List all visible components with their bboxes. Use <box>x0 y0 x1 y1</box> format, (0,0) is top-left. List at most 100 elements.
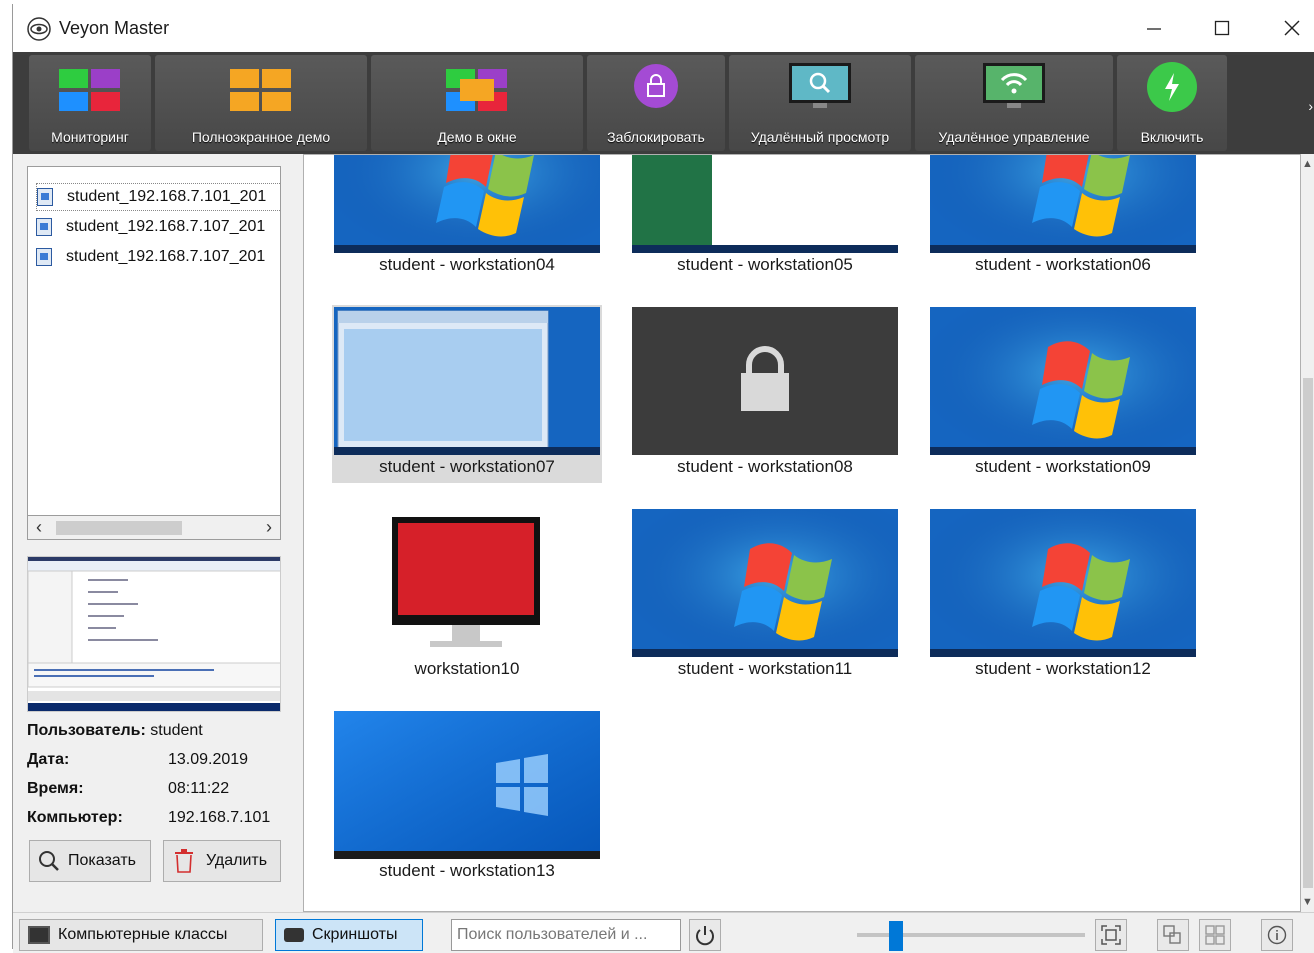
computer-tile[interactable]: student - workstation12 <box>928 507 1198 685</box>
lock-button[interactable]: Заблокировать <box>587 55 725 151</box>
screenshots-label: Скриншоты <box>312 926 398 943</box>
screenshot-preview <box>27 556 281 712</box>
close-button[interactable] <box>1257 4 1314 52</box>
locked-screen-thumbnail <box>632 307 898 455</box>
computer-tile[interactable]: workstation10 <box>332 507 602 685</box>
computer-tile[interactable]: student - workstation06 <box>928 155 1198 281</box>
screen-thumbnail <box>334 307 600 455</box>
screenshots-button[interactable]: Скриншоты <box>275 919 423 951</box>
veyon-master-window: Veyon Master Мониторинг Полноэкранное де… <box>12 4 1314 953</box>
user-search-input[interactable]: Поиск пользователей и ... <box>451 919 681 951</box>
zoom-slider-handle[interactable] <box>889 921 904 951</box>
user-label: Пользователь: <box>27 722 146 739</box>
computer-rooms-label: Компьютерные классы <box>58 926 228 943</box>
computer-tile[interactable]: student - workstation08 <box>630 305 900 483</box>
auto-fit-button[interactable] <box>1095 919 1127 951</box>
computer-name-label: student - workstation09 <box>975 457 1151 476</box>
computer-info: Компьютер: 192.168.7.101 <box>27 809 270 827</box>
screenshot-preview-image <box>28 557 280 711</box>
user-info: Пользователь: student <box>27 722 203 740</box>
computer-label: Компьютер: <box>27 809 123 826</box>
window-demo-icon <box>446 69 507 111</box>
maximize-button[interactable] <box>1187 4 1257 52</box>
computer-tile[interactable]: student - workstation07 <box>332 305 602 483</box>
scroll-down-icon[interactable]: ▼ <box>1302 896 1313 908</box>
minimize-button[interactable] <box>1119 4 1189 52</box>
file-name: student_192.168.7.101_201 <box>67 188 267 205</box>
power-on-button[interactable]: Включить <box>1117 55 1227 151</box>
monitoring-label: Мониторинг <box>51 129 129 145</box>
arrange-icon <box>1163 925 1181 944</box>
about-button[interactable] <box>1261 919 1293 951</box>
image-file-icon <box>36 248 52 266</box>
computer-name-label: student - workstation06 <box>975 255 1151 274</box>
window-demo-label: Демо в окне <box>437 129 517 145</box>
computer-name-label: student - workstation08 <box>677 457 853 476</box>
window-demo-button[interactable]: Демо в окне <box>371 55 583 151</box>
image-file-icon <box>36 218 52 236</box>
remote-control-label: Удалённое управление <box>938 129 1090 145</box>
computer-tile[interactable]: student - workstation11 <box>630 507 900 685</box>
screen-thumbnail <box>930 155 1196 253</box>
power-icon <box>696 926 714 946</box>
time-info: Время: 08:11:22 <box>27 780 229 798</box>
computer-tile[interactable]: student - workstation09 <box>928 305 1198 483</box>
camera-icon <box>284 928 304 942</box>
delete-button[interactable]: Удалить <box>163 840 281 882</box>
computer-tile[interactable]: student - workstation13 <box>332 709 602 887</box>
computer-rooms-button[interactable]: Компьютерные классы <box>19 919 263 951</box>
file-item[interactable]: student_192.168.7.101_201 <box>36 183 280 211</box>
toolbar-more-arrow[interactable]: › <box>1308 98 1313 114</box>
main-toolbar: Мониторинг Полноэкранное демо Демо в окн… <box>13 52 1314 154</box>
remote-control-icon <box>983 63 1045 108</box>
info-icon <box>1267 925 1287 945</box>
scroll-up-icon[interactable]: ▲ <box>1302 158 1313 170</box>
screenshot-file-list: student_192.168.7.101_201 student_192.16… <box>27 166 281 516</box>
computer-grid: student - workstation04 student - worksta… <box>303 154 1301 912</box>
screen-thumbnail <box>632 155 898 253</box>
date-value: 13.09.2019 <box>168 751 249 768</box>
show-button[interactable]: Показать <box>29 840 151 882</box>
lock-label: Заблокировать <box>607 129 705 145</box>
power-on-label: Включить <box>1140 129 1204 145</box>
time-label: Время: <box>27 780 84 797</box>
computer-name-label: student - workstation13 <box>379 861 555 880</box>
grid-vscrollbar[interactable]: ▲ ▼ <box>1301 154 1314 912</box>
scroll-left-icon[interactable]: ‹ <box>36 517 42 538</box>
delete-label: Удалить <box>206 852 268 869</box>
scroll-right-icon[interactable]: › <box>266 517 272 538</box>
remote-view-button[interactable]: Удалённый просмотр <box>729 55 911 151</box>
arrange-button[interactable] <box>1157 919 1189 951</box>
vscroll-thumb[interactable] <box>1303 378 1313 888</box>
computer-tile[interactable]: student - workstation04 <box>332 155 602 281</box>
veyon-eye-icon <box>27 17 51 41</box>
power-on-icon <box>1147 62 1197 112</box>
image-file-icon <box>37 188 53 206</box>
grid-view-icon <box>1205 925 1225 945</box>
remote-control-button[interactable]: Удалённое управление <box>915 55 1113 151</box>
screen-thumbnail <box>334 711 600 859</box>
remote-view-icon <box>789 63 851 108</box>
fullscreen-demo-icon <box>230 69 291 111</box>
file-list-hscrollbar[interactable]: ‹ › <box>27 516 281 540</box>
computer-tile[interactable]: student - workstation05 <box>630 155 900 281</box>
computer-name-label: student - workstation07 <box>379 457 555 476</box>
date-info: Дата: 13.09.2019 <box>27 751 248 769</box>
screen-thumbnail <box>930 307 1196 455</box>
trash-icon <box>175 849 193 873</box>
status-bar: Компьютерные классы Скриншоты Поиск поль… <box>13 912 1314 953</box>
file-item[interactable]: student_192.168.7.107_201 <box>36 213 280 241</box>
computer-room-icon <box>28 926 50 944</box>
monitoring-icon <box>59 69 120 111</box>
close-icon <box>1284 20 1300 36</box>
monitoring-button[interactable]: Мониторинг <box>29 55 151 151</box>
logoff-button[interactable] <box>689 919 721 951</box>
screen-thumbnail <box>930 509 1196 657</box>
lock-icon <box>634 64 678 108</box>
offline-monitor-icon <box>334 509 600 657</box>
fullscreen-demo-button[interactable]: Полноэкранное демо <box>155 55 367 151</box>
minimize-icon <box>1147 28 1161 30</box>
grid-view-button[interactable] <box>1199 919 1231 951</box>
hscroll-thumb[interactable] <box>56 521 182 535</box>
file-item[interactable]: student_192.168.7.107_201 <box>36 243 280 271</box>
